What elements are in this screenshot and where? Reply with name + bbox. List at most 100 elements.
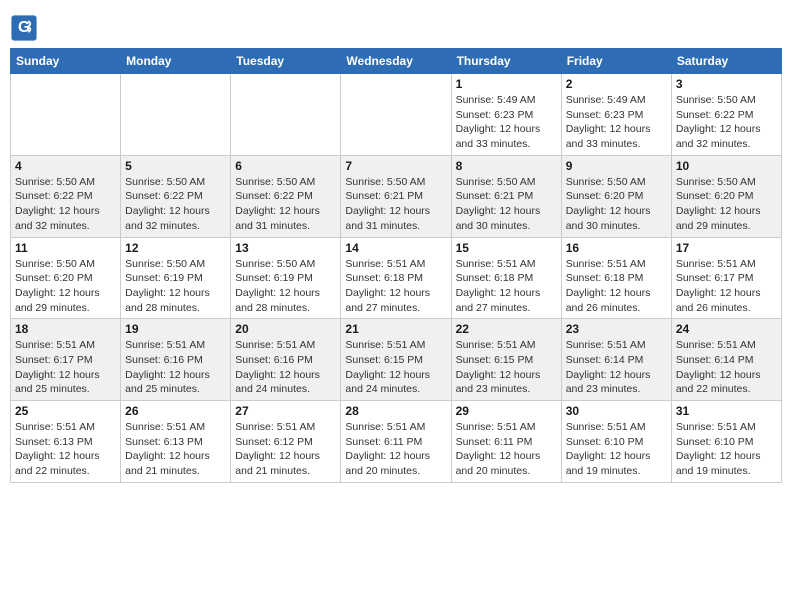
day-number: 6 — [235, 159, 336, 173]
logo: G — [10, 14, 40, 42]
day-info: Sunrise: 5:51 AM Sunset: 6:15 PM Dayligh… — [456, 338, 557, 397]
calendar-cell: 12 Sunrise: 5:50 AM Sunset: 6:19 PM Dayli… — [121, 237, 231, 319]
calendar-header-saturday: Saturday — [671, 49, 781, 74]
day-info: Sunrise: 5:50 AM Sunset: 6:20 PM Dayligh… — [676, 175, 777, 234]
calendar-cell — [121, 74, 231, 156]
calendar-cell — [341, 74, 451, 156]
calendar-header-thursday: Thursday — [451, 49, 561, 74]
day-info: Sunrise: 5:51 AM Sunset: 6:18 PM Dayligh… — [456, 257, 557, 316]
day-number: 20 — [235, 322, 336, 336]
calendar-header-tuesday: Tuesday — [231, 49, 341, 74]
day-info: Sunrise: 5:51 AM Sunset: 6:11 PM Dayligh… — [456, 420, 557, 479]
day-info: Sunrise: 5:50 AM Sunset: 6:22 PM Dayligh… — [235, 175, 336, 234]
day-number: 9 — [566, 159, 667, 173]
day-info: Sunrise: 5:50 AM Sunset: 6:19 PM Dayligh… — [125, 257, 226, 316]
day-info: Sunrise: 5:51 AM Sunset: 6:16 PM Dayligh… — [235, 338, 336, 397]
calendar-cell: 17Sunrise: 5:51 AM Sunset: 6:17 PM Dayli… — [671, 237, 781, 319]
day-info: Sunrise: 5:49 AM Sunset: 6:23 PM Dayligh… — [456, 93, 557, 152]
calendar-cell: 11 Sunrise: 5:50 AM Sunset: 6:20 PM Dayli… — [11, 237, 121, 319]
calendar-cell: 14Sunrise: 5:51 AM Sunset: 6:18 PM Dayli… — [341, 237, 451, 319]
calendar-cell: 7 Sunrise: 5:50 AM Sunset: 6:21 PM Daylig… — [341, 155, 451, 237]
calendar-cell: 15 Sunrise: 5:51 AM Sunset: 6:18 PM Dayli… — [451, 237, 561, 319]
day-number: 19 — [125, 322, 226, 336]
day-number: 30 — [566, 404, 667, 418]
calendar-cell: 10Sunrise: 5:50 AM Sunset: 6:20 PM Dayli… — [671, 155, 781, 237]
day-number: 22 — [456, 322, 557, 336]
calendar-cell: 31 Sunrise: 5:51 AM Sunset: 6:10 PM Dayli… — [671, 401, 781, 483]
day-info: Sunrise: 5:51 AM Sunset: 6:13 PM Dayligh… — [15, 420, 116, 479]
calendar-cell: 30 Sunrise: 5:51 AM Sunset: 6:10 PM Dayli… — [561, 401, 671, 483]
day-info: Sunrise: 5:50 AM Sunset: 6:22 PM Dayligh… — [15, 175, 116, 234]
calendar-week-row: 1 Sunrise: 5:49 AM Sunset: 6:23 PM Daylig… — [11, 74, 782, 156]
calendar-header-friday: Friday — [561, 49, 671, 74]
calendar-week-row: 11 Sunrise: 5:50 AM Sunset: 6:20 PM Dayli… — [11, 237, 782, 319]
calendar-cell: 25 Sunrise: 5:51 AM Sunset: 6:13 PM Dayli… — [11, 401, 121, 483]
day-info: Sunrise: 5:51 AM Sunset: 6:17 PM Dayligh… — [15, 338, 116, 397]
logo-icon: G — [10, 14, 38, 42]
day-number: 28 — [345, 404, 446, 418]
day-number: 14 — [345, 241, 446, 255]
day-info: Sunrise: 5:50 AM Sunset: 6:21 PM Dayligh… — [345, 175, 446, 234]
day-number: 1 — [456, 77, 557, 91]
day-info: Sunrise: 5:51 AM Sunset: 6:10 PM Dayligh… — [566, 420, 667, 479]
day-info: Sunrise: 5:51 AM Sunset: 6:18 PM Dayligh… — [566, 257, 667, 316]
day-number: 11 — [15, 241, 116, 255]
calendar-cell: 1 Sunrise: 5:49 AM Sunset: 6:23 PM Daylig… — [451, 74, 561, 156]
day-number: 25 — [15, 404, 116, 418]
calendar-table: SundayMondayTuesdayWednesdayThursdayFrid… — [10, 48, 782, 483]
day-info: Sunrise: 5:50 AM Sunset: 6:21 PM Dayligh… — [456, 175, 557, 234]
day-info: Sunrise: 5:51 AM Sunset: 6:10 PM Dayligh… — [676, 420, 777, 479]
day-number: 4 — [15, 159, 116, 173]
day-info: Sunrise: 5:51 AM Sunset: 6:14 PM Dayligh… — [676, 338, 777, 397]
calendar-cell: 5Sunrise: 5:50 AM Sunset: 6:22 PM Daylig… — [121, 155, 231, 237]
day-info: Sunrise: 5:50 AM Sunset: 6:19 PM Dayligh… — [235, 257, 336, 316]
calendar-cell: 8 Sunrise: 5:50 AM Sunset: 6:21 PM Daylig… — [451, 155, 561, 237]
calendar-week-row: 18 Sunrise: 5:51 AM Sunset: 6:17 PM Dayli… — [11, 319, 782, 401]
day-number: 29 — [456, 404, 557, 418]
calendar-cell: 29 Sunrise: 5:51 AM Sunset: 6:11 PM Dayli… — [451, 401, 561, 483]
day-number: 8 — [456, 159, 557, 173]
day-info: Sunrise: 5:51 AM Sunset: 6:15 PM Dayligh… — [345, 338, 446, 397]
day-info: Sunrise: 5:50 AM Sunset: 6:22 PM Dayligh… — [676, 93, 777, 152]
calendar-header-row: SundayMondayTuesdayWednesdayThursdayFrid… — [11, 49, 782, 74]
day-info: Sunrise: 5:51 AM Sunset: 6:11 PM Dayligh… — [345, 420, 446, 479]
calendar-cell: 19Sunrise: 5:51 AM Sunset: 6:16 PM Dayli… — [121, 319, 231, 401]
day-info: Sunrise: 5:50 AM Sunset: 6:20 PM Dayligh… — [566, 175, 667, 234]
calendar-cell: 13 Sunrise: 5:50 AM Sunset: 6:19 PM Dayli… — [231, 237, 341, 319]
day-number: 7 — [345, 159, 446, 173]
day-info: Sunrise: 5:51 AM Sunset: 6:17 PM Dayligh… — [676, 257, 777, 316]
day-info: Sunrise: 5:51 AM Sunset: 6:13 PM Dayligh… — [125, 420, 226, 479]
day-number: 18 — [15, 322, 116, 336]
day-number: 2 — [566, 77, 667, 91]
page-header: G — [10, 10, 782, 42]
calendar-cell: 20 Sunrise: 5:51 AM Sunset: 6:16 PM Dayli… — [231, 319, 341, 401]
calendar-cell: 3 Sunrise: 5:50 AM Sunset: 6:22 PM Daylig… — [671, 74, 781, 156]
day-number: 21 — [345, 322, 446, 336]
day-info: Sunrise: 5:51 AM Sunset: 6:14 PM Dayligh… — [566, 338, 667, 397]
calendar-cell: 22 Sunrise: 5:51 AM Sunset: 6:15 PM Dayli… — [451, 319, 561, 401]
day-info: Sunrise: 5:50 AM Sunset: 6:20 PM Dayligh… — [15, 257, 116, 316]
calendar-header-wednesday: Wednesday — [341, 49, 451, 74]
calendar-week-row: 4 Sunrise: 5:50 AM Sunset: 6:22 PM Daylig… — [11, 155, 782, 237]
calendar-cell: 2 Sunrise: 5:49 AM Sunset: 6:23 PM Daylig… — [561, 74, 671, 156]
calendar-cell: 16Sunrise: 5:51 AM Sunset: 6:18 PM Dayli… — [561, 237, 671, 319]
calendar-week-row: 25 Sunrise: 5:51 AM Sunset: 6:13 PM Dayli… — [11, 401, 782, 483]
day-number: 5 — [125, 159, 226, 173]
day-number: 13 — [235, 241, 336, 255]
day-info: Sunrise: 5:51 AM Sunset: 6:12 PM Dayligh… — [235, 420, 336, 479]
calendar-cell: 21 Sunrise: 5:51 AM Sunset: 6:15 PM Dayli… — [341, 319, 451, 401]
day-number: 3 — [676, 77, 777, 91]
day-info: Sunrise: 5:49 AM Sunset: 6:23 PM Dayligh… — [566, 93, 667, 152]
day-number: 23 — [566, 322, 667, 336]
day-number: 24 — [676, 322, 777, 336]
day-number: 12 — [125, 241, 226, 255]
calendar-cell: 26Sunrise: 5:51 AM Sunset: 6:13 PM Dayli… — [121, 401, 231, 483]
calendar-cell: 18 Sunrise: 5:51 AM Sunset: 6:17 PM Dayli… — [11, 319, 121, 401]
calendar-cell: 24 Sunrise: 5:51 AM Sunset: 6:14 PM Dayli… — [671, 319, 781, 401]
calendar-cell: 27 Sunrise: 5:51 AM Sunset: 6:12 PM Dayli… — [231, 401, 341, 483]
day-number: 31 — [676, 404, 777, 418]
day-number: 15 — [456, 241, 557, 255]
calendar-cell — [11, 74, 121, 156]
day-number: 27 — [235, 404, 336, 418]
calendar-cell: 28 Sunrise: 5:51 AM Sunset: 6:11 PM Dayli… — [341, 401, 451, 483]
